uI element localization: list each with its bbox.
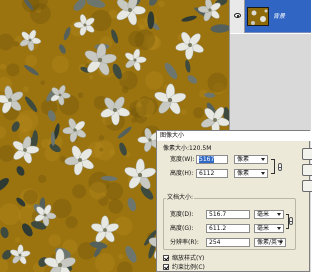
pixel-width-label: 宽度(W): bbox=[170, 156, 195, 163]
layer-visibility-toggle[interactable] bbox=[230, 0, 245, 33]
document-width-input[interactable]: 516.7 bbox=[206, 210, 250, 219]
constrain-proportions-checkbox[interactable] bbox=[163, 264, 169, 270]
document-height-input[interactable]: 611.2 bbox=[206, 224, 250, 233]
ok-button[interactable] bbox=[302, 148, 312, 160]
layer-name: 背景 bbox=[273, 13, 286, 20]
chevron-down-icon bbox=[261, 172, 265, 175]
pixel-width-unit-label: 像素 bbox=[237, 156, 250, 163]
chevron-down-icon bbox=[277, 227, 281, 230]
image-size-dialog: 图像大小 像素大小:120.5M 宽度(W): 5167 像素 高度(H): 6… bbox=[156, 130, 312, 272]
pixel-width-input[interactable]: 5167 bbox=[196, 155, 228, 164]
resolution-label: 分辨率(R): bbox=[170, 239, 199, 246]
layer-row-background[interactable]: 背景 bbox=[230, 0, 311, 33]
pixel-height-label: 高度(H): bbox=[170, 170, 194, 177]
pixel-height-unit-select[interactable]: 像素 bbox=[234, 169, 268, 178]
document-width-unit-label: 毫米 bbox=[257, 211, 270, 218]
scale-styles-label: 缩放样式(Y) bbox=[172, 255, 205, 262]
pixel-dimensions-label: 像素大小:120.5M bbox=[163, 145, 212, 152]
document-height-unit-label: 毫米 bbox=[257, 225, 270, 232]
resolution-unit-select[interactable]: 像素/英寸 bbox=[254, 238, 286, 247]
pixel-link-bracket bbox=[271, 159, 275, 174]
scale-styles-checkbox[interactable] bbox=[163, 255, 169, 261]
chain-link-icon bbox=[289, 217, 293, 225]
pixel-width-unit-select[interactable]: 像素 bbox=[234, 155, 268, 164]
document-size-label: 文档大小: bbox=[166, 194, 195, 201]
document-width-label: 宽度(D): bbox=[170, 211, 194, 218]
dialog-title: 图像大小 bbox=[157, 131, 311, 141]
document-width-value: 516.7 bbox=[209, 211, 227, 218]
auto-button[interactable] bbox=[302, 180, 312, 192]
resolution-value: 254 bbox=[209, 239, 221, 246]
eye-icon bbox=[234, 13, 241, 18]
pixel-height-unit-label: 像素 bbox=[237, 170, 250, 177]
pixel-height-input[interactable]: 6112 bbox=[196, 169, 228, 178]
document-height-label: 高度(G): bbox=[170, 225, 194, 232]
pixel-height-value: 6112 bbox=[199, 170, 215, 177]
layer-thumbnail bbox=[247, 7, 269, 26]
document-height-value: 611.2 bbox=[209, 225, 227, 232]
resolution-input[interactable]: 254 bbox=[206, 238, 250, 247]
chevron-down-icon bbox=[277, 213, 281, 216]
cancel-button[interactable] bbox=[302, 164, 312, 176]
chevron-down-icon bbox=[279, 241, 283, 244]
document-height-unit-select[interactable]: 毫米 bbox=[254, 224, 284, 233]
chevron-down-icon bbox=[261, 158, 265, 161]
constrain-proportions-label: 约束比例(C) bbox=[172, 264, 205, 271]
chain-link-icon bbox=[278, 163, 282, 171]
pixel-width-value: 5167 bbox=[199, 156, 215, 163]
document-width-unit-select[interactable]: 毫米 bbox=[254, 210, 284, 219]
